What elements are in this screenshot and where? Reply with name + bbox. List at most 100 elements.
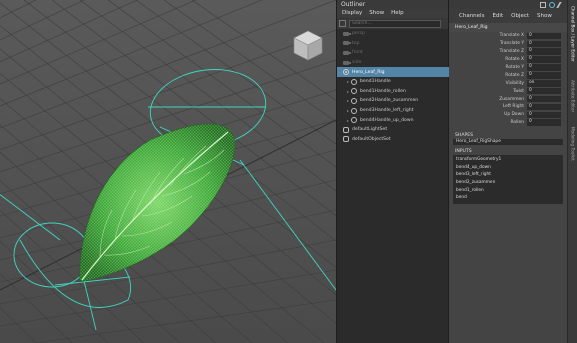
attribute-label[interactable]: Up Down (449, 112, 527, 117)
outliner-item[interactable]: top (337, 39, 449, 49)
outliner-item-label: Hero_Leaf_Rig (352, 69, 385, 75)
channel-box-icon-strip (449, 0, 567, 9)
outliner-search-row (337, 18, 448, 29)
leaf-mesh[interactable] (79, 123, 236, 283)
attribute-value-field[interactable]: 0 (527, 111, 561, 119)
outliner-menu-help[interactable]: Help (391, 9, 404, 18)
attribute-label[interactable]: Visibility (449, 81, 527, 86)
attribute-value-field[interactable]: 0 (527, 48, 561, 56)
inputs-list: transformGeometry1 bend4_up_down bend3_lef… (453, 155, 563, 204)
outliner-item-label: bend3Handle_left_right (360, 108, 414, 114)
outliner-item[interactable]: ▸ Hero_Leaf_Rig (337, 67, 449, 77)
attribute-label[interactable]: Translate Y (449, 41, 527, 46)
attribute-value-field[interactable]: 0 (527, 32, 561, 40)
outliner-item[interactable]: defaultObjectSet (337, 135, 449, 145)
input-node-item[interactable]: transformGeometry1 (453, 156, 563, 164)
attribute-label[interactable]: Rollen (449, 120, 527, 125)
viewport-scene[interactable] (0, 0, 336, 343)
attribute-value-field[interactable]: 0 (527, 95, 561, 103)
outliner-item-label: bend1Handle (360, 79, 391, 85)
attribute-label[interactable]: Left Right (449, 104, 527, 109)
tab-attribute-editor[interactable]: Attribute Editor (569, 76, 577, 116)
attribute-value-field[interactable]: 0 (527, 87, 561, 95)
attribute-row[interactable]: Left Right 0 (449, 103, 567, 111)
outliner-item[interactable]: ▸ bend4Handle_up_down (337, 115, 449, 125)
attribute-value-field[interactable]: 0 (527, 119, 561, 127)
shapes-header: SHAPES (455, 132, 474, 138)
attribute-row[interactable]: Rotate Z0 (449, 71, 567, 79)
attribute-value-field[interactable]: 0 (527, 103, 561, 111)
channel-box-object-name[interactable]: Hero_Leaf_Rig (449, 23, 567, 32)
sync-icon[interactable] (549, 1, 555, 8)
channel-box-menubar: Channels Edit Object Show (449, 9, 567, 23)
camera-icon (343, 31, 351, 37)
handle-icon (351, 97, 357, 104)
set-icon (343, 126, 349, 133)
input-node-item[interactable]: bend2_zusammen (453, 179, 563, 187)
outliner-item[interactable]: ▸ bend1Handle_rollen (337, 87, 449, 97)
handle-icon (351, 107, 357, 114)
channel-box-menu-object[interactable]: Object (511, 9, 529, 23)
outliner-item[interactable]: front (337, 48, 449, 58)
camera-icon (343, 50, 351, 56)
outliner-item-label: bend2Handle_zusammen (360, 98, 419, 104)
outliner-menubar: Display Show Help (337, 9, 448, 18)
outliner-item[interactable]: ▸ bend1Handle (337, 77, 449, 87)
set-icon (343, 136, 349, 143)
group-icon (343, 69, 349, 76)
attribute-row[interactable]: Rotate X0 (449, 56, 567, 64)
attribute-label[interactable]: Translate Z (449, 49, 527, 54)
input-node-item[interactable]: bend4_up_down (453, 164, 563, 172)
tab-modeling-toolkit[interactable]: Modeling Toolkit (569, 124, 577, 164)
outliner-item[interactable]: defaultLightSet (337, 125, 449, 135)
tab-channel-box-layer-editor[interactable]: Channel Box / Layer Editor (569, 4, 577, 64)
attribute-label[interactable]: Twist (449, 89, 527, 94)
attribute-row[interactable]: Twist 0 (449, 87, 567, 95)
outliner-item-label: top (352, 40, 360, 46)
outliner-menu-show[interactable]: Show (369, 9, 384, 18)
outliner-tree: persp top front side ▸ Hero_Leaf_Rig ▸ bend1Han… (337, 29, 449, 144)
outliner-item[interactable]: ▸ bend3Handle_left_right (337, 106, 449, 116)
channel-box-menu-show[interactable]: Show (537, 9, 552, 23)
attribute-row[interactable]: Rotate Y0 (449, 64, 567, 72)
attribute-row[interactable]: Translate X0 (449, 32, 567, 40)
attribute-label[interactable]: Rotate X (449, 57, 527, 62)
attribute-row[interactable]: Rollen 0 (449, 119, 567, 127)
outliner-menu-display[interactable]: Display (342, 9, 362, 18)
attribute-value-field[interactable]: on (527, 79, 561, 87)
attribute-row[interactable]: Translate Z0 (449, 48, 567, 56)
channel-box-menu-edit[interactable]: Edit (492, 9, 503, 23)
outliner-item-label: side (352, 60, 362, 66)
handle-icon (351, 78, 357, 85)
attribute-label[interactable]: Rotate Y (449, 65, 527, 70)
input-node-item[interactable]: bend (453, 194, 563, 202)
attribute-label[interactable]: Zusammen (449, 97, 527, 102)
input-node-item[interactable]: bend3_left_right (453, 171, 563, 179)
viewport[interactable] (0, 0, 336, 343)
shape-item[interactable]: Hero_Leaf_RigShape (453, 138, 563, 146)
input-node-item[interactable]: bend1_rollen (453, 187, 563, 195)
outliner-item[interactable]: persp (337, 29, 449, 39)
outliner-item[interactable]: side (337, 58, 449, 68)
outliner-search-input[interactable] (349, 19, 441, 28)
attribute-row[interactable]: Translate Y0 (449, 40, 567, 48)
attribute-label[interactable]: Rotate Z (449, 73, 527, 78)
outliner-item[interactable]: ▸ bend2Handle_zusammen (337, 96, 449, 106)
attribute-value-field[interactable]: 0 (527, 64, 561, 71)
outliner-title: Outliner (337, 0, 448, 9)
channel-box-menu-channels[interactable]: Channels (459, 9, 484, 23)
attribute-value-field[interactable]: 0 (527, 40, 561, 48)
attribute-label[interactable]: Translate X (449, 33, 527, 38)
layout-icon[interactable] (540, 1, 546, 8)
filter-icon[interactable] (339, 20, 346, 27)
attribute-row[interactable]: Zusammen 0 (449, 95, 567, 103)
outliner-item-label: front (352, 50, 363, 56)
attribute-value-field[interactable]: 0 (527, 56, 561, 63)
camera-icon (343, 40, 351, 46)
attribute-row[interactable]: Visibility on (449, 79, 567, 87)
attribute-value-field[interactable]: 0 (527, 72, 561, 79)
edit-icon[interactable] (556, 1, 566, 8)
outliner-item-label: defaultLightSet (352, 127, 388, 133)
view-cube[interactable] (291, 28, 325, 62)
attribute-row[interactable]: Up Down 0 (449, 111, 567, 119)
